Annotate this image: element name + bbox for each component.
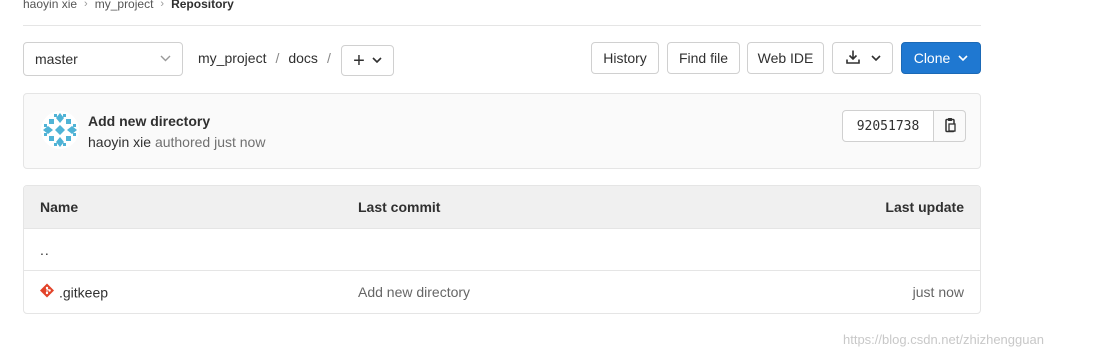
file-name-cell: .gitkeep [40, 283, 108, 301]
header-last-update: Last update [885, 199, 964, 215]
commit-sha[interactable]: 92051738 [842, 110, 934, 142]
breadcrumb-project[interactable]: my_project [95, 0, 154, 11]
breadcrumb-separator: › [84, 0, 88, 10]
plus-icon: + [353, 49, 365, 72]
file-last-update: just now [912, 284, 964, 300]
file-tree-table: Name Last commit Last update .. .gitkeep… [23, 185, 981, 314]
branch-name: master [35, 51, 78, 67]
table-row[interactable]: .gitkeep Add new directory just now [24, 271, 980, 313]
file-name[interactable]: .gitkeep [59, 284, 108, 300]
header-last-commit: Last commit [358, 199, 441, 215]
web-ide-button[interactable]: Web IDE [747, 42, 824, 74]
parent-dir-link[interactable]: .. [40, 242, 50, 258]
clone-label: Clone [913, 50, 951, 66]
breadcrumb: haoyin xie › my_project › Repository [23, 0, 234, 12]
find-file-button[interactable]: Find file [667, 42, 740, 74]
commit-author[interactable]: haoyin xie [88, 134, 151, 150]
history-button[interactable]: History [591, 42, 659, 74]
download-button[interactable] [832, 42, 893, 74]
file-last-commit[interactable]: Add new directory [358, 284, 470, 300]
path-separator: / [326, 50, 331, 66]
chevron-down-icon [160, 53, 171, 65]
clone-button[interactable]: Clone [901, 42, 981, 74]
path-segment-project[interactable]: my_project [198, 50, 266, 66]
breadcrumb-user[interactable]: haoyin xie [23, 0, 77, 11]
header-name: Name [40, 199, 79, 215]
avatar[interactable] [41, 111, 79, 149]
table-row-parent-dir[interactable]: .. [24, 229, 980, 271]
add-to-tree-button[interactable]: + [341, 45, 394, 76]
repo-path: my_project / docs / [198, 50, 340, 66]
commit-meta: haoyin xie authored just now [88, 134, 265, 150]
download-icon [845, 49, 861, 68]
copy-sha-button[interactable] [934, 110, 966, 142]
breadcrumb-separator: › [160, 0, 165, 10]
watermark: https://blog.csdn.net/zhizhengguan [843, 332, 1044, 347]
chevron-down-icon [372, 55, 382, 66]
commit-title[interactable]: Add new directory [88, 113, 210, 129]
commit-sha-group: 92051738 [842, 110, 966, 142]
breadcrumb-divider [23, 25, 981, 26]
clipboard-icon [943, 117, 957, 136]
chevron-down-icon [958, 53, 968, 64]
chevron-down-icon [870, 53, 881, 64]
path-separator: / [275, 50, 280, 66]
branch-selector[interactable]: master [23, 42, 183, 76]
table-header: Name Last commit Last update [24, 186, 980, 229]
commit-time: authored just now [154, 134, 266, 150]
path-segment-docs[interactable]: docs [288, 50, 318, 66]
git-icon [40, 283, 54, 301]
last-commit-panel: Add new directory haoyin xie authored ju… [23, 93, 981, 169]
breadcrumb-current[interactable]: Repository [171, 0, 234, 11]
